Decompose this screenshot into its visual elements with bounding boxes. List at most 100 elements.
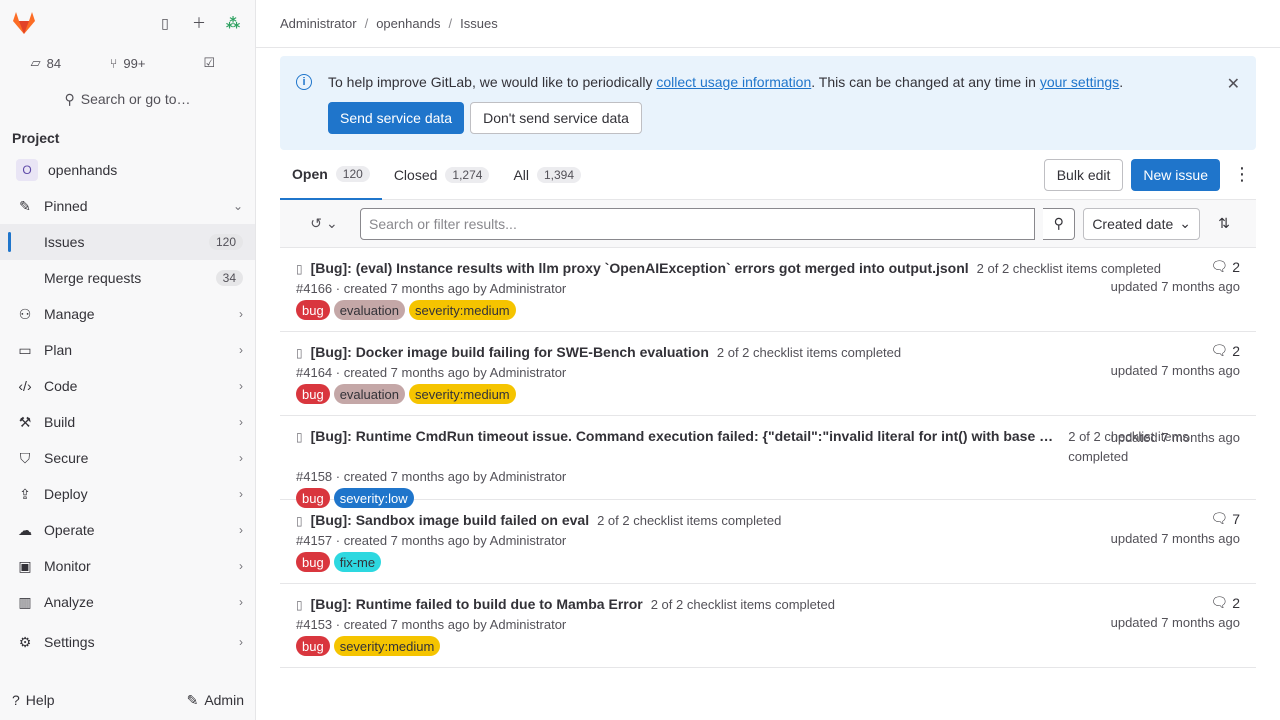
tab-all[interactable]: All 1,394 bbox=[501, 150, 593, 200]
issue-type-icon: ▯ bbox=[296, 598, 303, 612]
issue-row[interactable]: ▯ [Bug]: Runtime failed to build due to M… bbox=[280, 584, 1256, 668]
merge-requests-button[interactable]: ⑂ 99+ bbox=[90, 49, 166, 77]
label-badge[interactable]: bug bbox=[296, 384, 330, 404]
issue-title[interactable]: ▯ [Bug]: Runtime failed to build due to M… bbox=[296, 594, 1240, 615]
issue-type-icon: ▯ bbox=[296, 514, 303, 528]
project-avatar: O bbox=[16, 159, 38, 181]
issue-type-icon: ▯ bbox=[296, 430, 303, 444]
issue-title[interactable]: ▯ [Bug]: (eval) Instance results with llm… bbox=[296, 258, 1240, 279]
sidebar-toggle-icon[interactable]: ▯ bbox=[151, 9, 179, 37]
admin-button[interactable]: ✎ Admin bbox=[187, 692, 244, 709]
dont-send-service-data-button[interactable]: Don't send service data bbox=[470, 102, 642, 134]
tab-open[interactable]: Open 120 bbox=[280, 150, 382, 200]
admin-icon: ✎ bbox=[186, 691, 199, 708]
issue-title-text[interactable]: [Bug]: Runtime CmdRun timeout issue. Com… bbox=[311, 426, 1061, 446]
comments-count[interactable]: 🗨 2 bbox=[1111, 594, 1240, 611]
issue-title-text[interactable]: [Bug]: Sandbox image build failed on eva… bbox=[311, 510, 589, 530]
sort-dropdown[interactable]: Created date ⌄ bbox=[1083, 207, 1200, 240]
issue-title[interactable]: ▯ [Bug]: Docker image build failing for S… bbox=[296, 342, 1240, 363]
breadcrumb-item[interactable]: Administrator bbox=[280, 16, 357, 31]
filter-search-input[interactable]: Search or filter results... bbox=[360, 207, 1036, 240]
issue-row[interactable]: ▯ [Bug]: (eval) Instance results with llm… bbox=[280, 248, 1256, 332]
sidebar-item-secure[interactable]: ⛉ Secure › bbox=[0, 440, 255, 476]
issue-right-meta: 🗨 2 updated 7 months ago bbox=[1111, 594, 1240, 630]
issues-icon: ▱ bbox=[30, 55, 41, 70]
collect-usage-link[interactable]: collect usage information bbox=[656, 74, 811, 90]
issue-row[interactable]: ▯ [Bug]: Docker image build failing for S… bbox=[280, 332, 1256, 416]
issue-row[interactable]: ▯ [Bug]: Runtime CmdRun timeout issue. Co… bbox=[280, 416, 1256, 508]
sidebar-item-plan[interactable]: ▭ Plan › bbox=[0, 332, 255, 368]
sidebar-item-deploy[interactable]: ⇪ Deploy › bbox=[0, 476, 255, 512]
issue-right-meta: 🗨 2 updated 7 months ago bbox=[1111, 258, 1240, 294]
label-badge[interactable]: evaluation bbox=[333, 384, 405, 404]
create-new-icon[interactable]: ＋ bbox=[185, 9, 213, 37]
updated-time: updated 7 months ago bbox=[1110, 615, 1240, 630]
issue-labels: bug fix-me bbox=[296, 552, 1240, 572]
chevron-right-icon: › bbox=[239, 559, 243, 573]
new-issue-button[interactable]: New issue bbox=[1131, 158, 1220, 191]
comments-count[interactable]: 🗨 2 bbox=[1111, 258, 1240, 275]
sidebar-item-project[interactable]: O openhands bbox=[0, 152, 255, 188]
label-badge[interactable]: severity:medium bbox=[408, 300, 516, 320]
sort-direction-icon[interactable]: ⇅ bbox=[1208, 208, 1240, 240]
label-badge[interactable]: severity:medium bbox=[408, 384, 516, 404]
issue-right-meta: 🗨 7 updated 7 months ago bbox=[1111, 510, 1240, 546]
issue-title-text[interactable]: [Bug]: Docker image build failing for SW… bbox=[311, 342, 709, 362]
more-actions-icon[interactable]: ⋮ bbox=[1228, 159, 1256, 191]
chevron-down-icon: ⌄ bbox=[326, 215, 338, 231]
todo-button[interactable]: ☑ bbox=[171, 49, 247, 77]
issue-title-text[interactable]: [Bug]: (eval) Instance results with llm … bbox=[311, 258, 969, 278]
comments-count[interactable]: 🗨 2 bbox=[1111, 342, 1240, 359]
sidebar-item-merge-requests[interactable]: Merge requests 34 bbox=[0, 260, 255, 296]
sidebar-item-build[interactable]: ⚒ Build › bbox=[0, 404, 255, 440]
sidebar-item-label: Build bbox=[44, 414, 76, 430]
label-badge[interactable]: bug bbox=[296, 300, 330, 320]
pin-icon: ✎ bbox=[19, 197, 31, 214]
sidebar-item-label: Analyze bbox=[44, 594, 94, 610]
label-badge[interactable]: severity:medium bbox=[333, 636, 441, 656]
updated-time: updated 7 months ago bbox=[1110, 363, 1240, 378]
breadcrumb-item[interactable]: openhands bbox=[376, 16, 440, 31]
label-badge[interactable]: bug bbox=[296, 552, 330, 572]
issue-type-icon: ▯ bbox=[296, 262, 303, 276]
help-button[interactable]: ? Help bbox=[12, 692, 55, 708]
user-avatar[interactable]: ⁂ bbox=[219, 9, 247, 37]
sidebar-item-manage[interactable]: ⚇ Manage › bbox=[0, 296, 255, 332]
sidebar-item-pinned[interactable]: ✎ Pinned ⌄ bbox=[0, 188, 255, 224]
label-badge[interactable]: fix-me bbox=[333, 552, 382, 572]
sidebar-item-label: Settings bbox=[44, 634, 95, 650]
sidebar-item-code[interactable]: ‹/› Code › bbox=[0, 368, 255, 404]
sidebar-item-issues[interactable]: Issues 120 bbox=[0, 224, 255, 260]
search-icon[interactable]: ⚲ bbox=[1043, 207, 1076, 240]
deploy-icon: ⇪ bbox=[19, 485, 31, 502]
sidebar-item-settings[interactable]: ⚙ Settings › bbox=[0, 624, 255, 660]
tab-closed[interactable]: Closed 1,274 bbox=[382, 150, 502, 200]
issue-title-text[interactable]: [Bug]: Runtime failed to build due to Ma… bbox=[311, 594, 643, 614]
label-badge[interactable]: evaluation bbox=[333, 300, 405, 320]
bulk-edit-button[interactable]: Bulk edit bbox=[1043, 158, 1124, 191]
chevron-right-icon: › bbox=[239, 307, 243, 321]
issue-title[interactable]: ▯ [Bug]: Sandbox image build failed on ev… bbox=[296, 510, 1240, 531]
search-label: Search or go to… bbox=[80, 91, 191, 107]
comments-count[interactable]: 🗨 7 bbox=[1111, 510, 1240, 527]
issue-meta: #4158 · created 7 months ago by Administ… bbox=[296, 469, 567, 484]
filter-bar: ↺ ⌄ Search or filter results... ⚲ Created… bbox=[280, 200, 1256, 248]
issue-row[interactable]: ▯ [Bug]: Sandbox image build failed on ev… bbox=[280, 500, 1256, 584]
search-button[interactable]: ⚲ Search or go to… bbox=[8, 84, 247, 114]
updated-time: updated 7 months ago bbox=[1110, 430, 1240, 445]
sidebar-item-operate[interactable]: ☁ Operate › bbox=[0, 512, 255, 548]
monitor-icon: ▣ bbox=[18, 557, 32, 574]
close-icon[interactable]: ✕ bbox=[1227, 74, 1240, 94]
issue-title[interactable]: ▯ [Bug]: Runtime CmdRun timeout issue. Co… bbox=[296, 426, 1240, 467]
recent-searches-button[interactable]: ↺ ⌄ bbox=[296, 208, 352, 240]
sidebar-item-analyze[interactable]: ▥ Analyze › bbox=[0, 584, 255, 620]
sidebar-item-monitor[interactable]: ▣ Monitor › bbox=[0, 548, 255, 584]
your-settings-link[interactable]: your settings bbox=[1040, 74, 1119, 90]
comment-icon: 🗨 bbox=[1210, 594, 1229, 610]
chevron-right-icon: › bbox=[239, 595, 243, 609]
send-service-data-button[interactable]: Send service data bbox=[328, 102, 465, 134]
gitlab-logo-icon[interactable] bbox=[8, 7, 40, 39]
label-badge[interactable]: bug bbox=[296, 636, 330, 656]
breadcrumb-item[interactable]: Issues bbox=[460, 16, 498, 31]
assigned-issues-button[interactable]: ▱ 84 bbox=[8, 49, 84, 77]
